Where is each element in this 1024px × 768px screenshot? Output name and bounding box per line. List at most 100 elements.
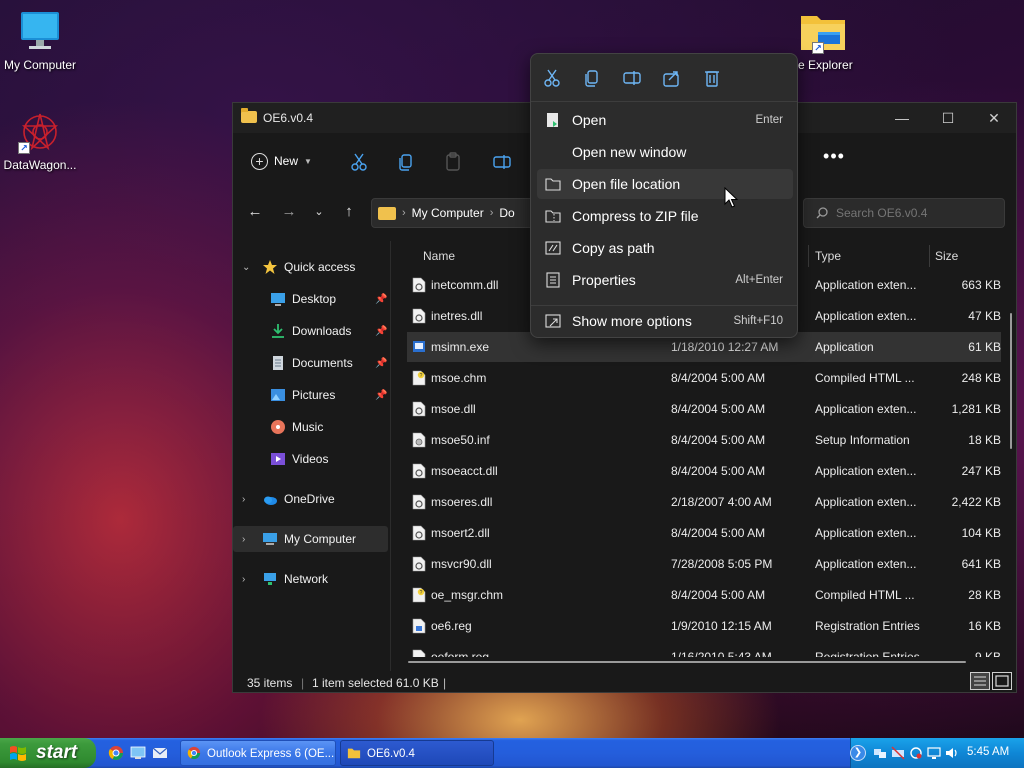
network-icon — [264, 573, 276, 585]
file-row[interactable]: ? msoe.chm 8/4/2004 5:00 AM Compiled HTML .… — [407, 363, 1001, 393]
copy-icon[interactable] — [396, 152, 416, 172]
details-view-button[interactable] — [970, 672, 990, 690]
file-name: oe_msgr.chm — [431, 588, 504, 602]
file-row[interactable]: ? oe_msgr.chm 8/4/2004 5:00 AM Compiled HTM… — [407, 580, 1001, 610]
maximize-button[interactable]: ☐ — [925, 103, 971, 133]
desktop-icon-datawagon[interactable]: ↗ DataWagon... — [0, 110, 80, 172]
task-button-outlook-express[interactable]: Outlook Express 6 (OE... — [180, 740, 336, 766]
menu-item-show-more-options[interactable]: Show more options Shift+F10 — [537, 306, 793, 336]
rename-icon[interactable] — [492, 152, 512, 172]
column-header-type[interactable]: Type — [815, 241, 841, 271]
file-row[interactable]: oe6.reg 1/9/2010 12:15 AM Registration Ent… — [407, 611, 1001, 641]
show-desktop-icon[interactable] — [130, 745, 146, 761]
search-input[interactable] — [836, 206, 986, 220]
menu-item-open-new-window[interactable]: Open new window — [537, 137, 793, 167]
file-size: 28 KB — [968, 588, 1001, 602]
cloud-icon — [264, 496, 277, 505]
file-date-modified: 1/18/2010 12:27 AM — [671, 340, 779, 354]
up-arrow-icon[interactable]: ↑ — [339, 203, 359, 223]
new-button-label: New — [274, 154, 299, 168]
tray-expand-button[interactable]: ❯ — [850, 745, 866, 761]
nav-documents[interactable]: Documents 📌 — [233, 350, 388, 376]
nav-music[interactable]: Music — [233, 414, 388, 440]
file-row[interactable]: oeform.reg 1/16/2010 5:43 AM Registration … — [407, 642, 1001, 657]
nav-network[interactable]: › Network — [233, 566, 388, 592]
file-row[interactable]: msoert2.dll 8/4/2004 5:00 AM Application e… — [407, 518, 1001, 548]
music-icon — [271, 420, 285, 434]
plus-icon: + — [251, 152, 268, 170]
search-icon — [816, 207, 828, 219]
copy-icon[interactable] — [579, 68, 605, 88]
file-row[interactable]: msoe.dll 8/4/2004 5:00 AM Application exte… — [407, 394, 1001, 424]
file-row[interactable]: msoeacct.dll 8/4/2004 5:00 AM Application … — [407, 456, 1001, 486]
file-type: Application exten... — [815, 557, 917, 571]
registry-file-icon — [412, 618, 426, 634]
folder-icon — [378, 206, 396, 220]
document-icon — [273, 356, 283, 370]
network-disconnected-icon[interactable] — [891, 746, 905, 760]
windows-flag-icon — [10, 746, 26, 761]
desktop-icon — [271, 293, 285, 306]
file-row[interactable]: msvcr90.dll 7/28/2008 5:05 PM Application … — [407, 549, 1001, 579]
column-header-name[interactable]: Name — [423, 241, 455, 271]
close-button[interactable]: ✕ — [971, 103, 1017, 133]
large-icons-view-button[interactable] — [992, 672, 1012, 690]
see-more-button[interactable]: ••• — [821, 147, 847, 173]
cut-icon[interactable] — [349, 152, 369, 172]
file-row[interactable]: msoeres.dll 2/18/2007 4:00 AM Application … — [407, 487, 1001, 517]
rename-icon[interactable] — [619, 68, 645, 88]
forward-arrow-icon[interactable]: → — [279, 203, 299, 223]
menu-item-compress-zip[interactable]: Compress to ZIP file — [537, 201, 793, 231]
cut-icon[interactable] — [539, 68, 565, 88]
nav-quick-access[interactable]: ⌄ Quick access — [233, 254, 388, 280]
file-date-modified: 1/16/2010 5:43 AM — [671, 650, 772, 657]
horizontal-scrollbar[interactable] — [408, 661, 966, 663]
delete-icon[interactable] — [699, 68, 725, 88]
start-button[interactable]: start — [0, 738, 96, 768]
file-name: oeform.reg — [431, 650, 490, 657]
file-type: Compiled HTML ... — [815, 371, 915, 385]
menu-item-copy-as-path[interactable]: Copy as path — [537, 233, 793, 263]
selection-info: 1 item selected 61.0 KB — [312, 676, 439, 690]
vertical-scrollbar[interactable] — [1010, 313, 1012, 449]
desktop-icon-my-computer[interactable]: My Computer — [0, 10, 80, 72]
menu-item-open-file-location[interactable]: Open file location — [537, 169, 793, 199]
column-header-size[interactable]: Size — [935, 241, 958, 271]
outlook-express-icon[interactable] — [152, 745, 168, 761]
recent-locations-chevron-icon[interactable]: ⌄ — [309, 203, 329, 223]
monitor-tray-icon[interactable] — [927, 746, 941, 760]
zip-folder-icon — [545, 210, 561, 223]
nav-videos[interactable]: Videos — [233, 446, 388, 472]
back-arrow-icon[interactable]: ← — [245, 203, 265, 223]
breadcrumb-downloads[interactable]: Do — [499, 206, 514, 220]
sync-icon[interactable] — [909, 746, 923, 760]
file-size: 47 KB — [968, 309, 1001, 323]
file-date-modified: 1/9/2010 12:15 AM — [671, 619, 772, 633]
menu-item-shortcut: Shift+F10 — [733, 315, 783, 327]
nav-downloads[interactable]: Downloads 📌 — [233, 318, 388, 344]
new-button[interactable]: + New ▼ — [245, 148, 320, 174]
menu-item-open[interactable]: Open Enter — [537, 105, 793, 135]
search-box[interactable] — [803, 198, 1005, 228]
file-size: 247 KB — [961, 464, 1001, 478]
volume-icon[interactable] — [945, 746, 959, 760]
column-divider[interactable] — [808, 245, 809, 267]
network-tray-icon[interactable] — [873, 746, 887, 760]
nav-pictures[interactable]: Pictures 📌 — [233, 382, 388, 408]
minimize-button[interactable]: — — [879, 103, 925, 133]
start-label: start — [36, 742, 78, 763]
share-icon[interactable] — [659, 68, 685, 88]
nav-my-computer[interactable]: › My Computer — [233, 526, 388, 552]
nav-desktop[interactable]: Desktop 📌 — [233, 286, 388, 312]
file-name: msoe50.inf — [431, 433, 490, 447]
file-row[interactable]: msoe50.inf 8/4/2004 5:00 AM Setup Informat… — [407, 425, 1001, 455]
system-tray: ❯ 5:45 AM — [850, 738, 1024, 768]
file-date-modified: 8/4/2004 5:00 AM — [671, 588, 766, 602]
paste-icon[interactable] — [443, 152, 463, 172]
task-button-oe6-folder[interactable]: OE6.v0.4 — [340, 740, 494, 766]
column-divider[interactable] — [929, 245, 930, 267]
breadcrumb-my-computer[interactable]: My Computer — [412, 206, 484, 220]
nav-onedrive[interactable]: › OneDrive — [233, 486, 388, 512]
chrome-icon[interactable] — [108, 745, 124, 761]
menu-item-properties[interactable]: Properties Alt+Enter — [537, 265, 793, 295]
